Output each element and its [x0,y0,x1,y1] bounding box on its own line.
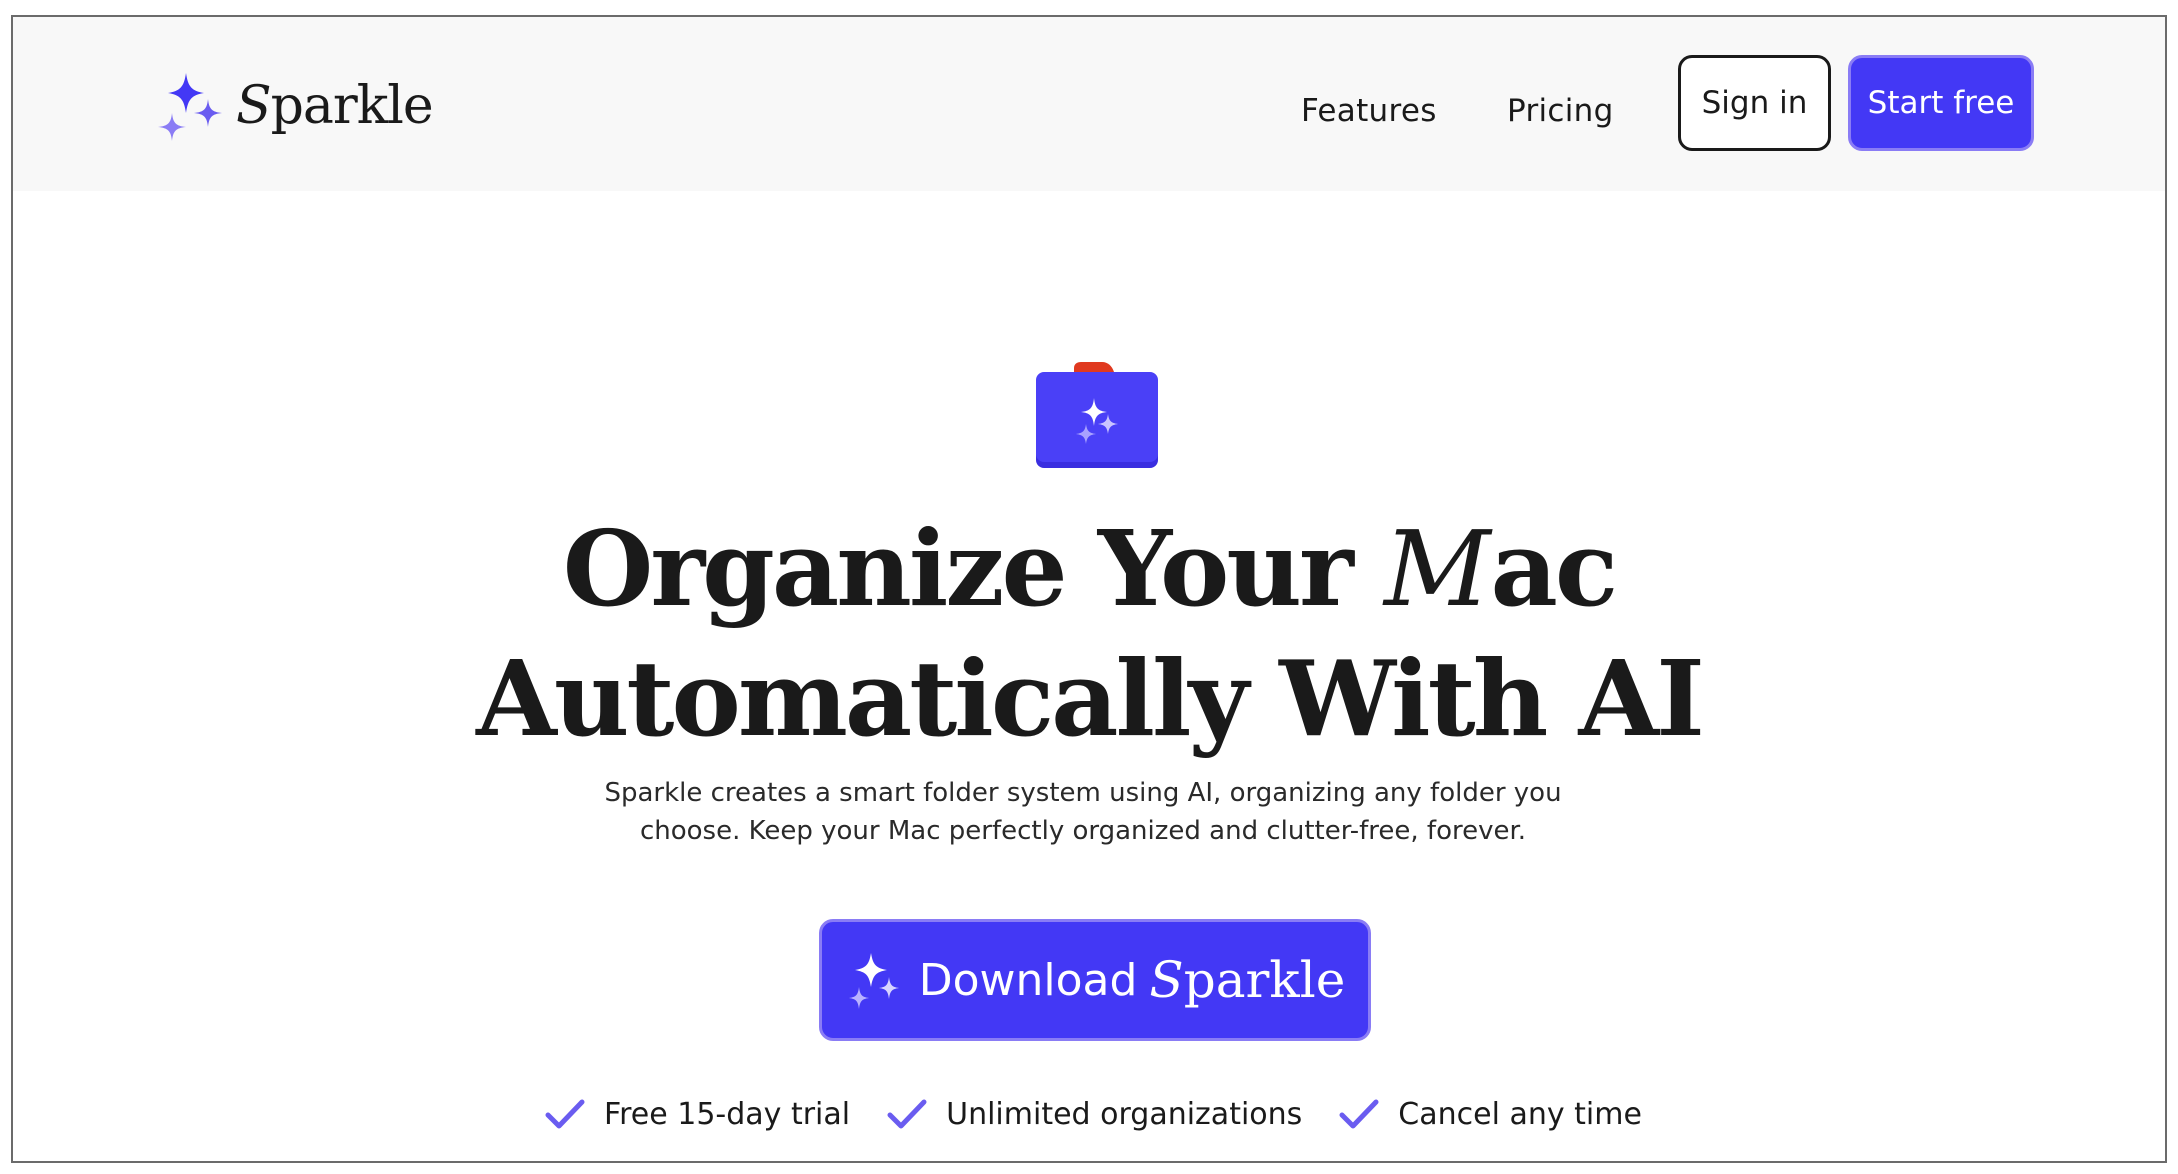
perks-list: Free 15-day trial Unlimited organization… [13,1097,2165,1132]
sparkle-icon [848,953,899,1009]
check-icon [1339,1099,1379,1128]
perk-label: Cancel any time [1398,1097,1642,1132]
headline-script-letter: M [1384,508,1491,630]
download-button[interactable]: Download Sparkle [819,919,1371,1041]
start-free-button[interactable]: Start free [1848,55,2034,151]
nav-link-pricing[interactable]: Pricing [1507,93,1614,129]
download-brand: Sparkle [1149,951,1345,1009]
brand-name: Sparkle [236,76,434,136]
page-frame: Sparkle Features Pricing Sign in Start f… [11,15,2167,1163]
sign-in-button[interactable]: Sign in [1678,55,1831,151]
check-icon [545,1099,585,1128]
hero-subtitle: Sparkle creates a smart folder system us… [604,778,1562,846]
headline-line-1-post: ac [1490,507,1619,630]
perk-label: Free 15-day trial [604,1097,851,1132]
download-brand-initial: S [1149,951,1184,1009]
download-brand-rest: parkle [1183,951,1346,1009]
perk-item: Free 15-day trial [544,1097,850,1132]
perk-item: Cancel any time [1338,1097,1642,1132]
perk-item: Unlimited organizations [886,1097,1302,1132]
headline-line-2: Automatically With AI [476,637,1705,760]
nav-link-features[interactable]: Features [1301,93,1437,129]
headline-line-1: Organize Your Mac [13,507,2165,630]
sparkle-icon [158,73,222,141]
perk-label: Unlimited organizations [946,1097,1303,1132]
download-label: Download [918,954,1138,1006]
headline-line-1-pre: Organize Your [562,507,1384,630]
brand-logo-link[interactable]: Sparkle [156,66,434,146]
site-header: Sparkle Features Pricing Sign in Start f… [13,17,2165,191]
check-icon [887,1099,927,1128]
folder-sparkle-icon [1036,362,1158,468]
brand-initial: S [236,76,272,136]
brand-rest: parkle [270,76,434,136]
